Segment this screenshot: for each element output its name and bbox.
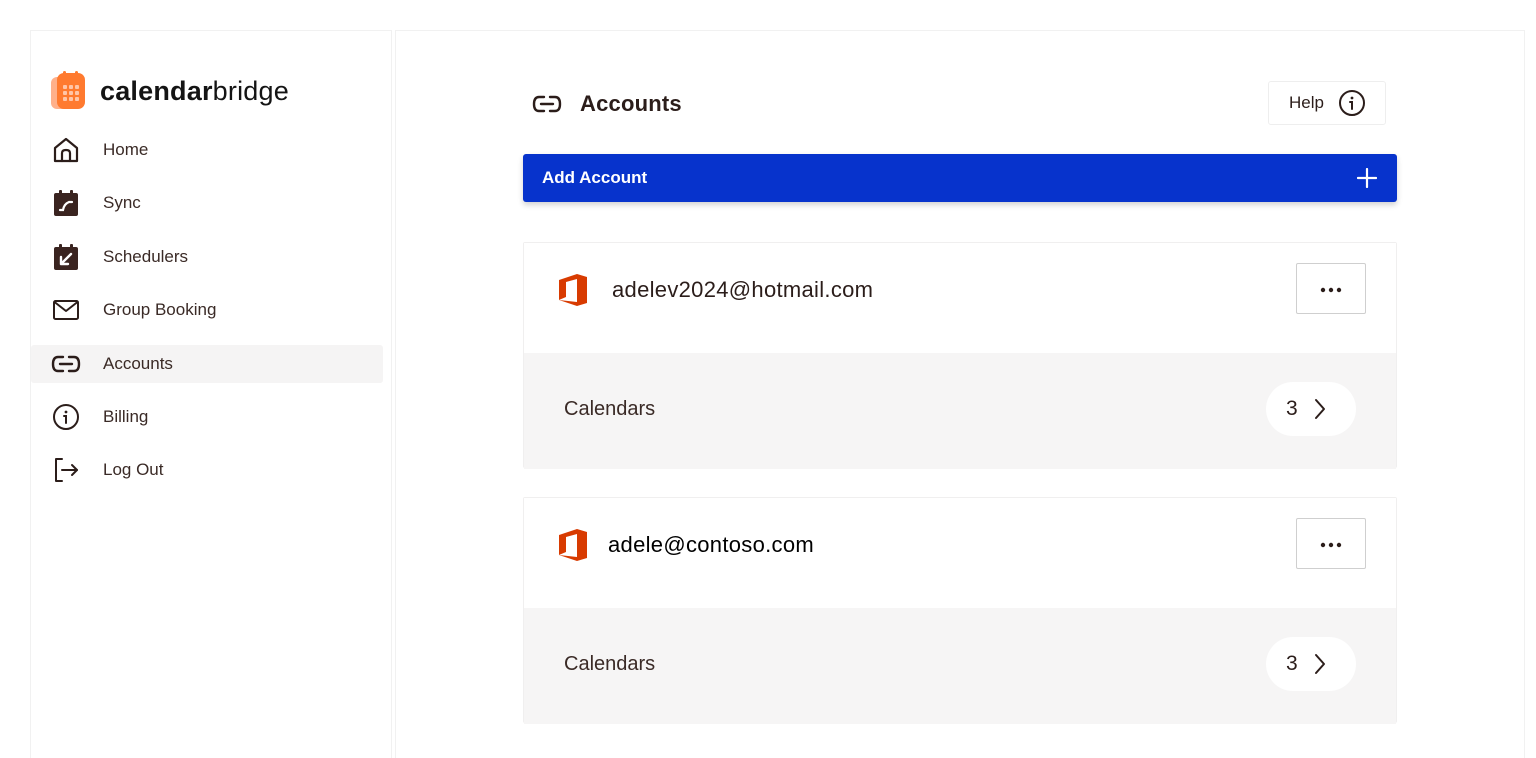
sidebar-item-label: Group Booking xyxy=(103,300,217,320)
sidebar-item-label: Accounts xyxy=(103,353,173,373)
more-horizontal-icon xyxy=(1319,280,1343,298)
sidebar-item-schedulers[interactable]: Schedulers xyxy=(31,238,383,276)
account-card: adele@contoso.com Calendars 3 xyxy=(523,497,1397,724)
sidebar-item-sync[interactable]: Sync xyxy=(31,184,383,222)
brand-name: calendarbridge xyxy=(100,76,289,107)
calendars-count: 3 xyxy=(1286,397,1298,420)
calendars-label: Calendars xyxy=(564,398,656,420)
sidebar-item-billing[interactable]: Billing xyxy=(31,398,383,436)
sidebar: calendarbridge Home Sync Schedulers Grou… xyxy=(30,30,392,758)
account-more-button[interactable] xyxy=(1296,518,1366,569)
help-button[interactable]: Help xyxy=(1268,81,1386,125)
chevron-right-icon xyxy=(1314,398,1326,420)
chevron-right-icon xyxy=(1314,653,1326,675)
link-icon xyxy=(51,349,81,379)
brand[interactable]: calendarbridge xyxy=(51,71,289,111)
scheduler-calendar-icon xyxy=(51,242,81,272)
sidebar-item-group-booking[interactable]: Group Booking xyxy=(31,291,383,329)
help-label: Help xyxy=(1289,93,1324,112)
add-account-label: Add Account xyxy=(542,168,648,187)
sidebar-item-logout[interactable]: Log Out xyxy=(31,451,383,489)
calendars-label: Calendars xyxy=(564,653,656,675)
sidebar-item-label: Log Out xyxy=(103,460,164,480)
sidebar-item-label: Home xyxy=(103,140,149,159)
calendars-count-button[interactable]: 3 xyxy=(1266,382,1356,436)
brand-name-light: bridge xyxy=(212,75,289,106)
calendarbridge-logo-icon xyxy=(51,71,87,111)
account-more-button[interactable] xyxy=(1296,263,1366,314)
page-title: Accounts xyxy=(580,91,682,116)
link-icon xyxy=(530,89,564,119)
add-account-button[interactable]: Add Account xyxy=(523,154,1397,202)
sidebar-item-label: Billing xyxy=(103,406,149,426)
brand-name-bold: calendar xyxy=(100,75,213,106)
calendars-row[interactable]: Calendars 3 xyxy=(524,608,1396,724)
mail-icon xyxy=(51,295,81,325)
logout-icon xyxy=(51,455,81,485)
sidebar-item-label: Sync xyxy=(103,193,141,213)
sync-calendar-icon xyxy=(51,188,81,218)
office-logo-icon xyxy=(558,528,588,562)
app-window: calendarbridge Home Sync Schedulers Grou… xyxy=(0,0,1536,758)
calendars-row[interactable]: Calendars 3 xyxy=(524,353,1396,469)
sidebar-nav: Home Sync Schedulers Group Booking Accou… xyxy=(31,131,383,505)
calendars-count: 3 xyxy=(1286,652,1298,675)
info-icon xyxy=(51,402,81,432)
sidebar-item-accounts[interactable]: Accounts xyxy=(31,344,383,383)
calendars-count-button[interactable]: 3 xyxy=(1266,637,1356,691)
account-email: adele@contoso.com xyxy=(608,532,814,557)
main-content: Accounts Help Add Account adelev2024@hot… xyxy=(395,30,1525,758)
account-card-header: adelev2024@hotmail.com xyxy=(524,243,1396,353)
plus-icon xyxy=(1357,168,1377,188)
account-card-header: adele@contoso.com xyxy=(524,498,1396,608)
more-horizontal-icon xyxy=(1319,535,1343,553)
home-icon xyxy=(51,135,81,165)
info-icon xyxy=(1338,89,1366,117)
account-email: adelev2024@hotmail.com xyxy=(612,277,874,302)
page-header: Accounts xyxy=(530,89,682,119)
sidebar-item-label: Schedulers xyxy=(103,246,189,266)
sidebar-item-home[interactable]: Home xyxy=(31,131,383,169)
office-logo-icon xyxy=(558,273,588,307)
account-card: adelev2024@hotmail.com Calendars 3 xyxy=(523,242,1397,469)
